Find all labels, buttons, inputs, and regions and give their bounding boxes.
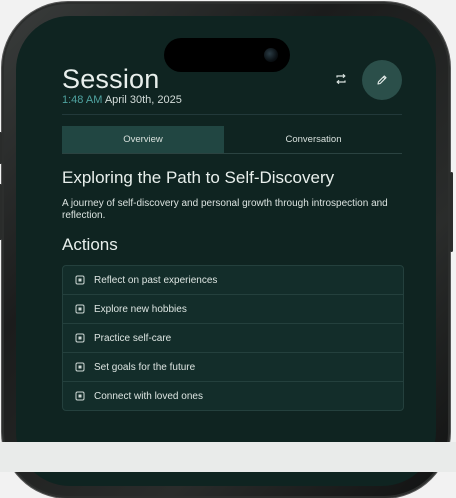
checkbox-icon [75,333,85,343]
bottom-backdrop [0,442,456,472]
session-time: 1:48 AM [62,94,103,106]
checkbox-icon [75,304,85,314]
repeat-button[interactable] [334,72,348,86]
actions-list: Reflect on past experiences Explore new … [62,265,404,411]
pencil-icon [377,75,387,85]
edit-button[interactable] [362,60,402,100]
session-datetime: 1:48 AM April 30th, 2025 [62,94,182,106]
side-button [0,132,2,164]
action-item[interactable]: Practice self-care [63,324,403,353]
actions-heading: Actions [62,235,118,254]
header-divider [62,114,402,115]
tab-bar: Overview Conversation [62,126,402,154]
dynamic-island [164,38,290,72]
session-description: A journey of self-discovery and personal… [62,198,388,221]
action-label: Practice self-care [94,332,172,344]
action-item[interactable]: Reflect on past experiences [63,266,403,295]
repeat-icon [336,73,346,85]
action-label: Connect with loved ones [94,390,203,402]
side-button [450,172,453,252]
action-item[interactable]: Connect with loved ones [63,382,403,410]
action-label: Reflect on past experiences [94,274,218,286]
page-title: Session [62,64,160,94]
camera-icon [264,48,278,62]
action-label: Explore new hobbies [94,303,187,315]
action-label: Set goals for the future [94,361,196,373]
checkbox-icon [75,275,85,285]
tab-overview[interactable]: Overview [62,126,224,153]
checkbox-icon [75,362,85,372]
session-date: April 30th, 2025 [104,94,182,106]
action-item[interactable]: Explore new hobbies [63,295,403,324]
action-item[interactable]: Set goals for the future [63,353,403,382]
side-button [0,184,2,240]
checkbox-icon [75,391,85,401]
tab-conversation[interactable]: Conversation [225,126,402,153]
session-heading: Exploring the Path to Self-Discovery [62,168,335,187]
